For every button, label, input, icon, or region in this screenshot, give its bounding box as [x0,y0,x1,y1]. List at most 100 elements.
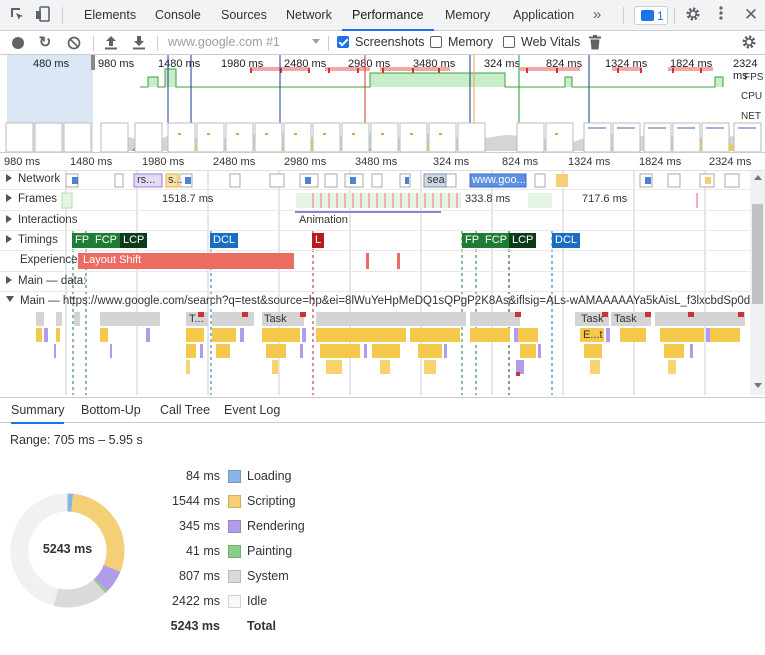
track-name[interactable]: Timings [6,234,58,246]
legend-swatch [228,470,241,483]
download-icon[interactable] [132,35,146,50]
issues-button[interactable]: 1 [634,6,668,25]
cpu-label: CPU [741,91,763,102]
donut-total: 5243 ms [42,542,93,556]
track-name[interactable]: Network [6,173,60,185]
record-icon[interactable] [12,37,24,49]
gear-icon[interactable] [684,6,702,26]
timing-fp[interactable]: FP [462,233,483,248]
chevron-down-icon[interactable] [312,39,320,44]
legend-row: 807 ms System [150,569,450,589]
profile-select[interactable]: www.google.com #1 [168,35,280,49]
garbage-collect-icon[interactable] [589,35,601,50]
tab-network[interactable]: Network [284,0,334,31]
screenshots-label: Screenshots [355,35,425,49]
timing-dcl[interactable]: DCL [552,233,581,248]
layout-shift-label: Layout Shift [83,254,142,266]
track-name[interactable]: Frames [6,193,57,205]
memory-checkbox[interactable] [430,36,442,48]
expand-icon[interactable] [6,174,12,182]
legend-value: 2422 ms [172,594,220,608]
tab-console[interactable]: Console [153,0,203,31]
timeline-overview[interactable]: 480 ms 980 ms 1480 ms 1980 ms 2480 ms 29… [0,55,765,153]
track-interactions[interactable]: Animation Interactions [0,211,750,231]
ruler-tick: 1324 ms [568,156,611,168]
legend-name: Idle [247,594,268,608]
overview-graphs [5,55,762,152]
timing-fp[interactable]: FP [72,233,93,248]
collapse-icon[interactable] [6,296,14,302]
track-experience[interactable]: Layout Shift Experience [0,251,750,272]
animation-bar [295,211,441,213]
timing-lcp[interactable]: LCP [120,233,148,248]
clear-icon[interactable] [67,36,81,50]
tab-application[interactable]: Application [511,0,576,31]
track-name[interactable]: Interactions [6,214,77,226]
track-timings[interactable]: FP FCP LCP DCL L FP FCP LCP DCL Timings [0,231,750,251]
track-network[interactable]: rs... s... sea www.goo... Network [0,171,750,190]
scrollbar-thumb[interactable] [752,204,763,304]
expand-icon[interactable] [6,276,12,284]
frame-time: 333.8 ms [465,193,511,205]
tab-performance[interactable]: Performance [342,0,434,31]
timing-fcp[interactable]: FCP [92,233,120,248]
more-tabs-icon[interactable]: » [589,6,605,24]
screenshots-checkbox[interactable] [337,36,349,48]
tab-sources[interactable]: Sources [219,0,269,31]
tab-memory[interactable]: Memory [443,0,492,31]
settings-icon[interactable] [740,34,758,54]
expand-icon[interactable] [6,235,12,243]
layout-shift-bar[interactable] [366,253,369,269]
kebab-menu-icon[interactable] [714,6,728,24]
legend-name: System [247,569,289,583]
legend-row: 41 ms Painting [150,544,450,564]
webvitals-checkbox[interactable] [503,36,515,48]
legend-name: Loading [247,469,292,483]
ruler-tick: 324 ms [433,156,470,168]
flame-chart-scrollbar[interactable] [750,171,765,395]
timing-dcl[interactable]: DCL [210,233,239,248]
tab-elements[interactable]: Elements [82,0,138,31]
issues-icon [641,10,654,21]
track-main-data[interactable]: Main — data: [0,272,750,292]
scroll-down-icon[interactable] [754,383,762,388]
layout-shift-bar[interactable] [397,253,400,269]
legend-swatch [228,495,241,508]
time-ruler: 980 ms 1480 ms 1980 ms 2480 ms 2980 ms 3… [0,154,765,171]
legend-value: 1544 ms [172,494,220,508]
timing-load[interactable]: L [312,233,325,248]
task-label: T... [189,313,204,325]
legend-row: 2422 ms Idle [150,594,450,614]
track-label: Experience [20,254,78,266]
tab-call-tree[interactable]: Call Tree [160,403,210,417]
close-icon[interactable]: ✕ [743,6,759,24]
tab-bottom-up[interactable]: Bottom-Up [81,403,141,417]
legend-row: 1544 ms Scripting [150,494,450,514]
ruler-tick: 2324 ms [709,156,752,168]
range-label: Range: 705 ms – 5.95 s [10,433,143,447]
summary-panel: Range: 705 ms – 5.95 s 5243 ms 84 ms Loa… [0,423,765,655]
reload-icon[interactable]: ↻ [37,34,53,52]
tab-event-log[interactable]: Event Log [224,403,280,417]
scroll-up-icon[interactable] [754,175,762,180]
task-label: Task [264,313,287,325]
inspect-element-icon[interactable] [8,6,26,26]
flame-chart[interactable]: rs... s... sea www.goo... Network 1518.7… [0,171,750,395]
network-item-label: rs... [137,174,156,186]
upload-icon[interactable] [104,35,118,50]
divider [62,7,63,24]
track-label: Main — data: [18,275,87,287]
track-name[interactable]: Main — data: [6,275,86,287]
tab-summary[interactable]: Summary [11,403,65,424]
track-name[interactable]: Main — https://www.google.com/search?q=t… [6,295,750,307]
timing-lcp[interactable]: LCP [509,233,537,248]
animation-label: Animation [299,214,348,226]
track-name: Experience [20,254,78,266]
device-toolbar-icon[interactable] [34,6,52,26]
track-main[interactable]: Main — https://www.google.com/search?q=t… [0,292,750,395]
timing-fcp[interactable]: FCP [482,233,510,248]
expand-icon[interactable] [6,215,12,223]
expand-icon[interactable] [6,194,12,202]
task-label: Task [581,313,604,325]
track-frames[interactable]: 1518.7 ms 333.8 ms 717.6 ms Frames [0,190,750,211]
